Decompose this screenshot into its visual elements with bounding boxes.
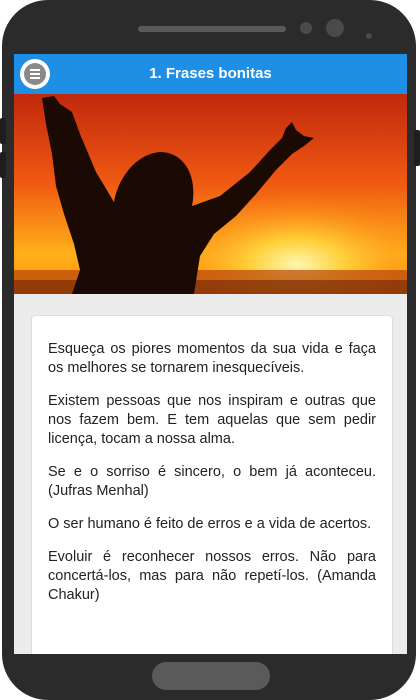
sunset-silhouette-image <box>14 94 407 294</box>
phrase-item: Existem pessoas que nos inspiram e outra… <box>48 393 376 447</box>
screen: 1. Frases bonitas Esqueça os piores mome… <box>14 54 407 654</box>
hero-image <box>14 94 407 294</box>
proximity-sensor <box>366 33 372 39</box>
phrase-item: O ser humano é feito de erros e a vida d… <box>48 516 372 532</box>
speaker <box>138 26 286 32</box>
phrase-item: Esqueça os piores momentos da sua vida e… <box>48 341 376 376</box>
power-button[interactable] <box>414 130 420 166</box>
phrases-card: Esqueça os piores momentos da sua vida e… <box>31 315 393 654</box>
volume-button[interactable] <box>0 152 6 178</box>
app-bar: 1. Frases bonitas <box>14 54 407 94</box>
sensor <box>326 19 344 37</box>
phrases-list: Esqueça os piores momentos da sua vida e… <box>48 340 376 619</box>
home-button[interactable] <box>152 662 270 690</box>
volume-button[interactable] <box>0 118 6 144</box>
phone-frame: 1. Frases bonitas Esqueça os piores mome… <box>2 0 416 700</box>
front-camera <box>300 22 312 34</box>
phrase-item: Se e o sorriso é sincero, o bem já acont… <box>48 464 376 499</box>
phrase-item: Evoluir é reconhecer nossos erros. Não p… <box>48 549 376 603</box>
page-title: 1. Frases bonitas <box>149 65 272 82</box>
